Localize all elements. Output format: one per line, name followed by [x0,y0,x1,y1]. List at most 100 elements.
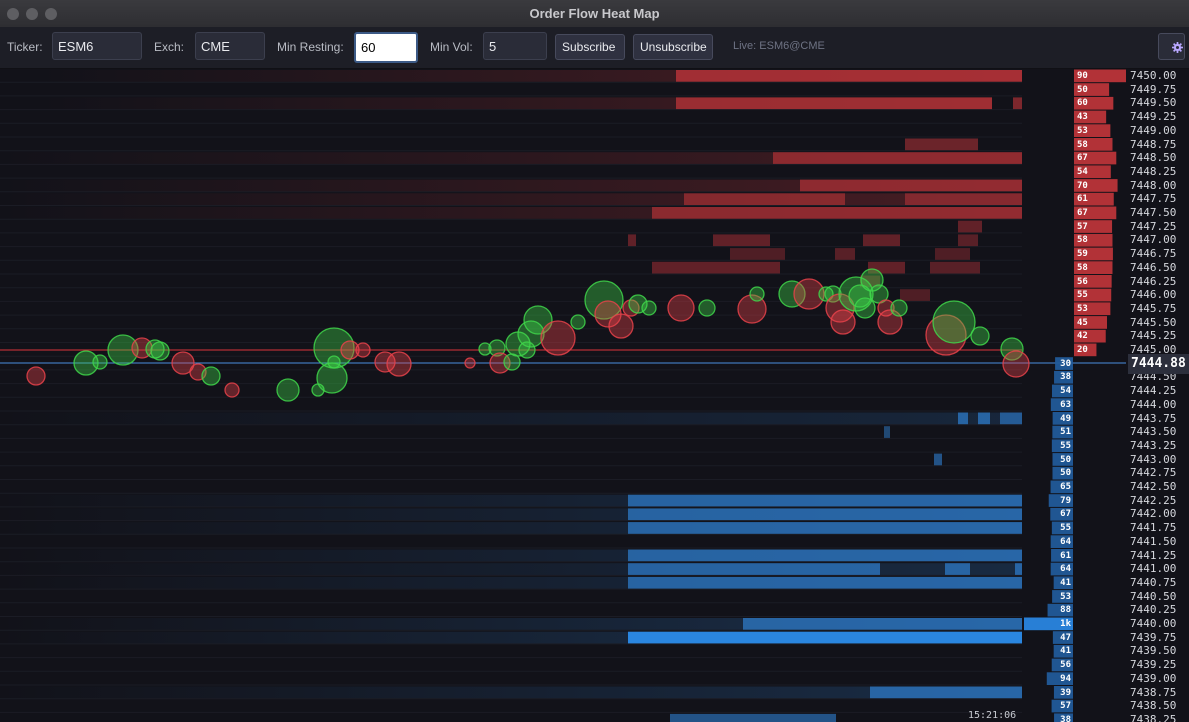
bid-size-label: 64 [1060,564,1071,575]
ticker-input[interactable] [52,32,142,60]
ask-liquidity-band [958,220,982,233]
bid-size-label: 64 [1060,536,1071,547]
ask-liquidity-band [905,193,1022,205]
bid-liquidity-band [1000,412,1022,425]
ask-size-label: 67 [1077,153,1088,164]
buy-trade-bubble [570,314,586,330]
sell-trade-bubble [540,320,576,356]
bid-size-label: 39 [1060,687,1071,698]
buy-trade-bubble [327,355,341,369]
ask-size-label: 50 [1077,84,1088,95]
price-label: 7447.25 [1130,219,1177,233]
bid-size-label: 94 [1060,673,1071,684]
price-label: 7448.75 [1130,137,1177,151]
bid-size-label: 63 [1060,399,1071,410]
ask-liquidity-band [652,261,780,274]
buy-trade-bubble [641,300,657,316]
ask-liquidity-band [0,193,1022,205]
min-vol-input[interactable] [483,32,547,60]
bid-size-label: 38 [1060,714,1071,722]
window-title: Order Flow Heat Map [529,6,660,21]
ask-size-label: 67 [1077,208,1088,218]
ask-size-label: 42 [1077,331,1088,342]
price-label: 7438.25 [1130,712,1177,722]
sell-trade-bubble [830,309,856,335]
buy-trade-bubble [854,297,876,319]
ask-size-label: 55 [1077,290,1088,301]
price-label: 7446.75 [1130,247,1177,261]
price-label: 7447.00 [1130,233,1177,247]
bid-size-label: 56 [1060,660,1071,671]
price-label: 7448.00 [1130,178,1177,192]
bid-size-label: 67 [1060,509,1071,520]
ask-liquidity-band [713,234,770,247]
bid-size-label: 49 [1060,413,1071,424]
price-label: 7441.00 [1130,562,1177,576]
bid-liquidity-band [743,618,1022,630]
price-label: 7441.25 [1130,548,1177,562]
bid-size-label: 55 [1060,440,1071,451]
sell-trade-bubble [386,351,412,377]
settings-button[interactable] [1158,33,1185,60]
bid-size-label: 47 [1060,632,1071,643]
price-label: 7442.75 [1130,466,1177,480]
ask-liquidity-band [676,70,1022,82]
toolbar: Ticker: Exch: Min Resting: Min Vol: Subs… [0,27,1189,69]
price-label: 7442.00 [1130,507,1177,521]
exchange-input[interactable] [195,32,265,60]
bid-liquidity-band [0,412,1022,425]
bid-liquidity-band [628,631,1022,644]
ask-liquidity-band [935,248,970,260]
ticker-label: Ticker: [7,40,43,54]
unsubscribe-button[interactable]: Unsubscribe [633,34,713,60]
ask-size-label: 58 [1077,139,1088,150]
price-label: 7438.75 [1130,685,1177,699]
price-label: 7446.00 [1130,288,1177,302]
ask-liquidity-band [773,152,1022,164]
price-label: 7439.25 [1130,658,1177,672]
price-label: 7440.75 [1130,575,1177,589]
bid-size-label: 88 [1060,605,1071,616]
price-label: 7445.75 [1130,301,1177,315]
bid-size-label: 1k [1060,619,1071,629]
ask-size-label: 61 [1077,194,1088,205]
price-label: 7449.25 [1130,110,1177,124]
price-label: 7443.50 [1130,425,1177,439]
price-label: 7448.50 [1130,151,1177,165]
heatmap-chart[interactable]: 90 7450.00 50 7449.75 60 7449.50 43 7449.25 53 74… [0,68,1189,722]
connection-status: Live: ESM6@CME [733,40,825,52]
ask-liquidity-band [730,248,785,260]
price-label: 7450.00 [1130,69,1177,82]
ask-size-label: 53 [1077,125,1088,136]
bid-size-label: 51 [1060,427,1071,438]
min-resting-label: Min Resting: [277,40,344,54]
price-label: 7439.75 [1130,630,1177,644]
sell-trade-bubble [667,294,695,322]
sell-trade-bubble [355,342,371,358]
price-label: 7442.50 [1130,480,1177,493]
bid-size-label: 30 [1060,358,1071,369]
subscribe-button[interactable]: Subscribe [555,34,625,60]
bid-liquidity-band [670,713,836,722]
price-label: 7438.50 [1130,699,1177,713]
price-label: 7442.25 [1130,493,1177,507]
buy-trade-bubble [150,341,170,361]
buy-trade-bubble [970,326,990,346]
ask-liquidity-band [684,193,845,205]
bid-liquidity-band [0,686,1022,699]
bid-liquidity-band [958,412,968,425]
ask-liquidity-band [800,179,1022,192]
bid-liquidity-band [884,426,890,438]
ask-liquidity-band [628,234,636,247]
bid-size-label: 53 [1060,591,1071,602]
gear-icon [1172,42,1183,53]
ask-size-label: 45 [1077,317,1088,328]
min-resting-input[interactable] [354,32,418,63]
price-label: 7441.75 [1130,521,1177,535]
price-label: 7448.25 [1130,164,1177,178]
bid-size-label: 61 [1060,550,1071,561]
ask-size-label: 57 [1077,221,1088,232]
sell-trade-bubble [26,366,46,386]
min-vol-label: Min Vol: [430,40,473,54]
bid-liquidity-band [628,549,1022,562]
